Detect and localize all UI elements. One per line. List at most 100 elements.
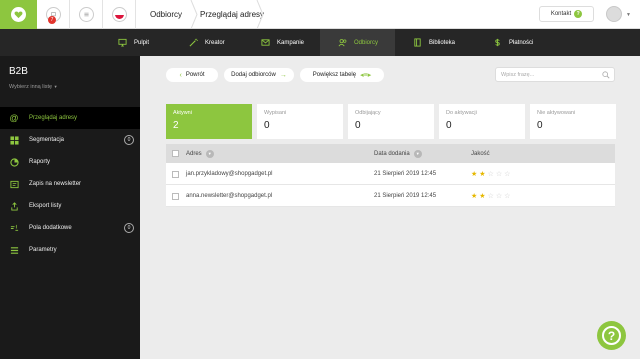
top-bar: 7 Odbiorcy Przeglądaj adresy Kontakt ? ▼ — [0, 0, 640, 29]
enlarge-label: Powiększ tabelę — [312, 72, 357, 78]
pie-chart-icon — [9, 157, 19, 167]
back-button[interactable]: ‹ Powrót — [166, 68, 218, 82]
sidebar-item-newsletter-signup[interactable]: Zapis na newsletter — [0, 173, 140, 195]
row-checkbox[interactable] — [172, 192, 179, 200]
module-biblioteka[interactable]: Biblioteka — [395, 29, 475, 56]
envelope-icon — [261, 39, 270, 46]
email-cell[interactable]: anna.newsletter@shopgadget.pl — [186, 185, 272, 207]
column-date[interactable]: Data dodania ▼ — [374, 144, 422, 163]
notifications-button[interactable]: 7 — [37, 0, 70, 29]
search-input[interactable] — [496, 68, 596, 81]
stat-label: Wypisani — [264, 110, 287, 116]
language-button[interactable] — [103, 0, 136, 29]
help-button[interactable]: ? — [597, 321, 626, 350]
contact-button[interactable]: Kontakt ? — [539, 6, 594, 22]
sidebar-item-label: Parametry — [29, 247, 57, 253]
star-icon: ☆ — [504, 171, 511, 178]
add-recipients-button[interactable]: Dodaj odbiorców → — [224, 68, 294, 82]
question-mark-icon: ? — [602, 326, 621, 345]
sidebar-item-label: Eksport listy — [29, 203, 62, 209]
stat-value: 0 — [446, 120, 452, 131]
fields-icon — [9, 223, 19, 233]
star-icon: ☆ — [495, 193, 503, 200]
table-row[interactable]: anna.newsletter@shopgadget.pl 21 Sierpień… — [166, 185, 615, 207]
sidebar-item-label: Raporty — [29, 159, 51, 165]
sort-icon[interactable]: ▼ — [413, 149, 422, 158]
stat-label: Aktywni — [173, 110, 192, 116]
stat-card-bouncing[interactable]: Odbijający 0 — [348, 104, 434, 139]
email-cell[interactable]: jan.przykladowy@shopgadget.pl — [186, 163, 272, 185]
table-row[interactable]: jan.przykladowy@shopgadget.pl 21 Sierpień… — [166, 163, 615, 185]
row-checkbox[interactable] — [172, 170, 179, 178]
expand-table-icon: ◂≡▸ — [360, 72, 372, 79]
sidebar: B2B Wybierz inną listę ▼ @ Przeglądaj ad… — [0, 56, 140, 359]
sidebar-item-label: Przeglądaj adresy — [29, 115, 78, 121]
column-label: Data dodania — [374, 150, 410, 157]
users-icon — [338, 39, 347, 47]
select-all-checkbox[interactable] — [172, 150, 179, 157]
star-icon: ★ — [471, 171, 478, 178]
sidebar-item-browse[interactable]: @ Przeglądaj adresy — [0, 107, 140, 129]
module-label: Kreator — [205, 39, 225, 46]
grid-icon — [9, 135, 19, 145]
sidebar-item-extra-fields[interactable]: Pola dodatkowe 0 — [0, 217, 140, 239]
book-icon — [414, 38, 421, 47]
search-icon[interactable] — [602, 71, 610, 79]
stat-value: 0 — [355, 120, 361, 131]
messages-button[interactable] — [70, 0, 103, 29]
module-kreator[interactable]: Kreator — [171, 29, 241, 56]
list-icon — [9, 245, 19, 255]
change-list-link[interactable]: Wybierz inną listę ▼ — [9, 84, 58, 90]
star-icon: ☆ — [487, 171, 494, 178]
back-label: Powrót — [185, 72, 205, 78]
sidebar-item-export[interactable]: Eksport listy — [0, 195, 140, 217]
stat-value: 2 — [173, 120, 179, 131]
help-circle-icon: ? — [574, 10, 583, 18]
star-icon: ★ — [479, 171, 486, 178]
chevron-left-icon: ‹ — [179, 71, 182, 79]
module-platnosci[interactable]: Płatności — [475, 29, 555, 56]
wand-icon — [189, 38, 198, 47]
search-box[interactable] — [495, 67, 615, 82]
stat-card-active[interactable]: Aktywni 2 — [166, 104, 252, 139]
column-quality: Jakość — [471, 144, 490, 163]
chevron-down-icon: ▼ — [53, 84, 58, 89]
count-badge: 0 — [124, 135, 134, 145]
stat-card-not-activated[interactable]: Nie aktywowani 0 — [530, 104, 616, 139]
module-odbiorcy[interactable]: Odbiorcy — [320, 29, 395, 56]
table-header: Adres ▼ Data dodania ▼ Jakość — [166, 144, 615, 163]
sidebar-item-segmentation[interactable]: Segmentacja 0 — [0, 129, 140, 151]
module-label: Płatności — [509, 39, 534, 46]
stat-card-unsubscribed[interactable]: Wypisani 0 — [257, 104, 343, 139]
stat-card-to-activate[interactable]: Do aktywacji 0 — [439, 104, 525, 139]
recipients-table: Adres ▼ Data dodania ▼ Jakość jan.przykl… — [166, 144, 615, 207]
breadcrumb-odbiorcy[interactable]: Odbiorcy — [150, 0, 182, 29]
column-address[interactable]: Adres ▼ — [186, 144, 214, 163]
stat-label: Nie aktywowani — [537, 110, 576, 116]
module-pulpit[interactable]: Pulpit — [100, 29, 170, 56]
date-cell: 21 Sierpień 2019 12:45 — [374, 171, 437, 177]
dollar-icon — [495, 38, 500, 47]
star-icon: ☆ — [487, 193, 494, 200]
stat-value: 0 — [264, 120, 270, 131]
star-icon: ★ — [479, 193, 486, 200]
sort-icon[interactable]: ▼ — [205, 149, 214, 158]
quality-rating: ★ ★ ☆ ☆ ☆ — [471, 192, 510, 200]
module-label: Biblioteka — [429, 39, 456, 46]
chevron-down-icon[interactable]: ▼ — [626, 12, 631, 18]
list-title: B2B — [9, 66, 28, 77]
module-nav: Pulpit Kreator Kampanie Odbiorcy Bibliot… — [0, 29, 640, 56]
app-logo[interactable] — [0, 0, 37, 29]
monitor-icon — [118, 38, 127, 47]
arrow-right-icon: → — [279, 71, 287, 79]
sidebar-item-parameters[interactable]: Parametry — [0, 239, 140, 261]
notification-count-badge: 7 — [48, 16, 56, 24]
sidebar-item-reports[interactable]: Raporty — [0, 151, 140, 173]
at-icon: @ — [9, 113, 19, 123]
breadcrumb-current: Przeglądaj adresy — [200, 10, 265, 19]
avatar[interactable] — [606, 6, 622, 22]
polish-flag-icon — [111, 7, 127, 22]
enlarge-table-button[interactable]: Powiększ tabelę ◂≡▸ — [300, 68, 384, 82]
module-kampanie[interactable]: Kampanie — [243, 29, 318, 56]
star-icon: ☆ — [504, 193, 511, 200]
